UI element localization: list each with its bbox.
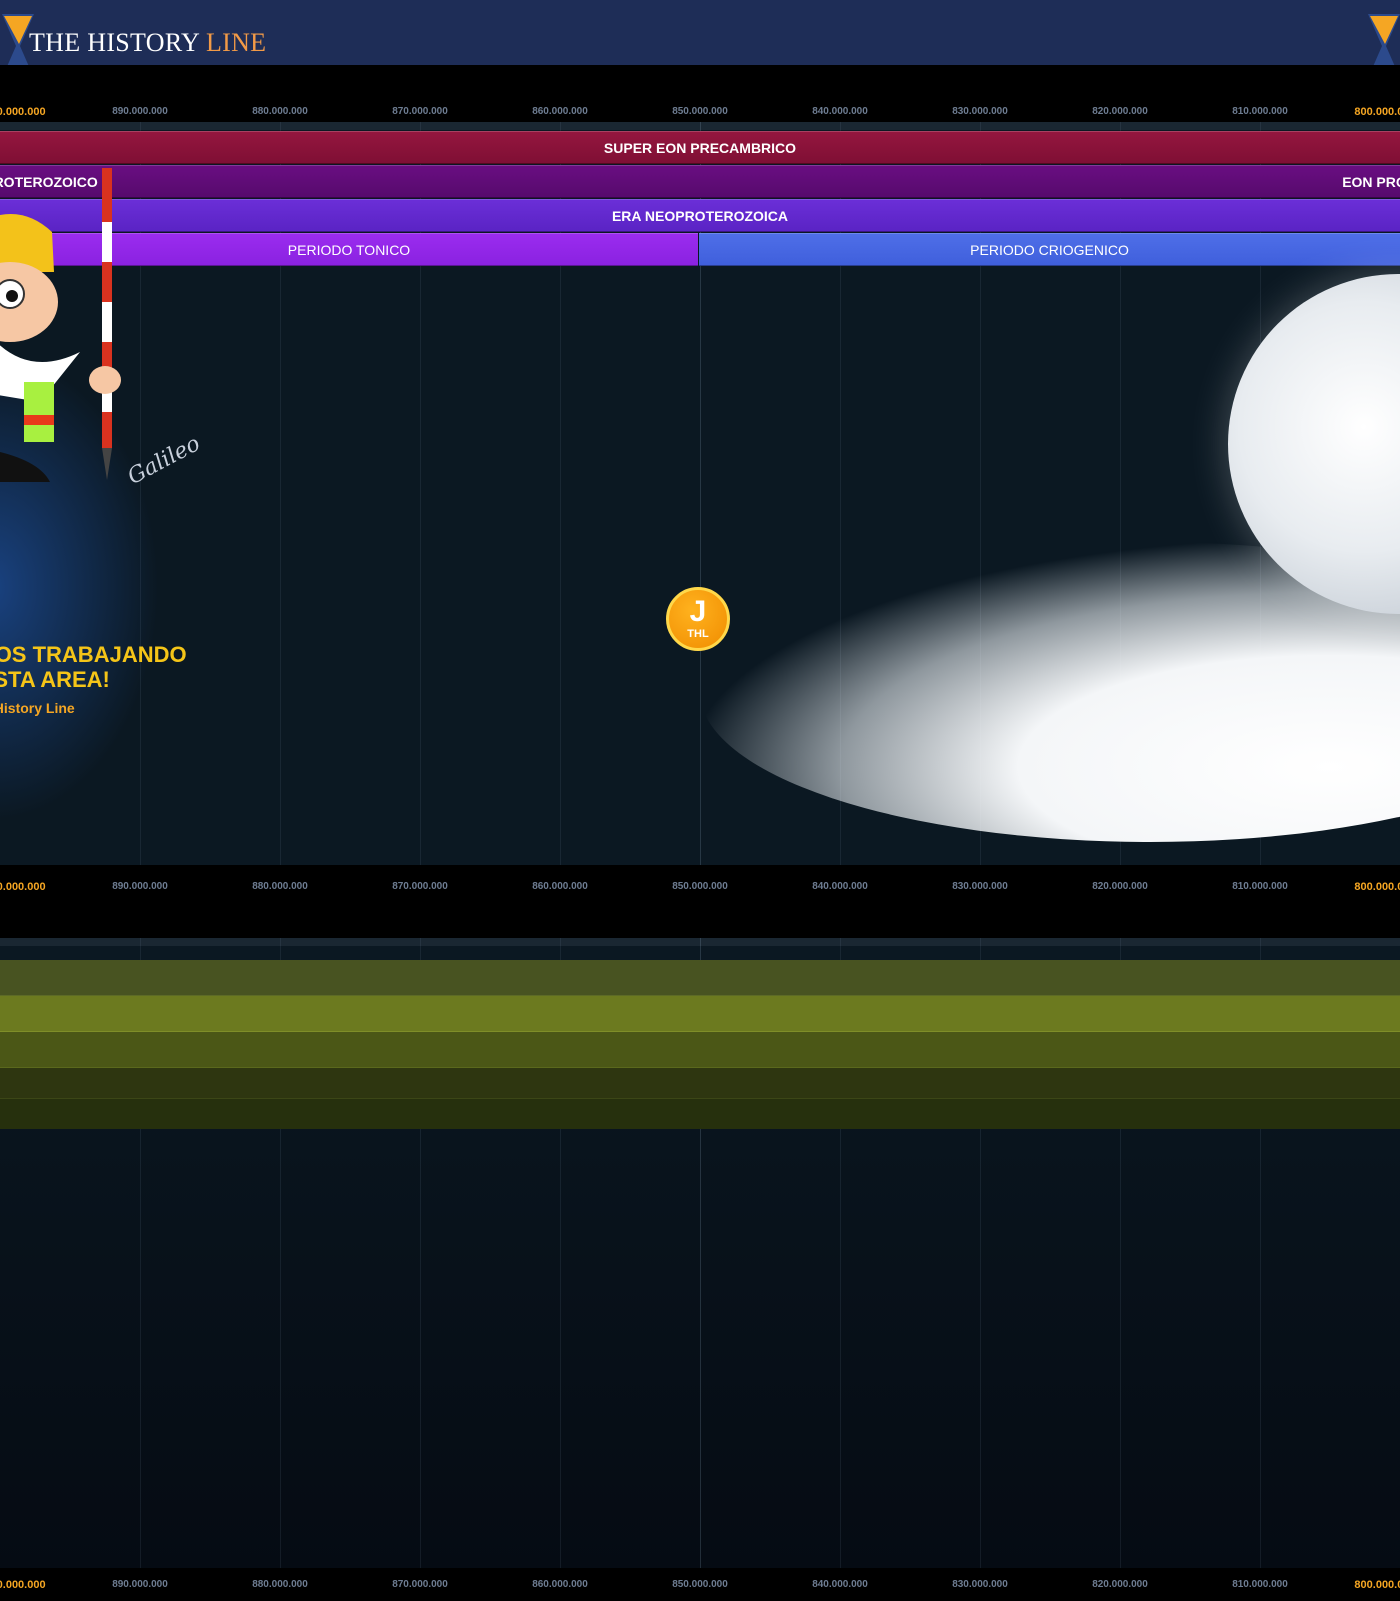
eon-label-right: EON PROTEROZOICO bbox=[1342, 173, 1400, 190]
ruler-label: 860.000.000 bbox=[532, 106, 588, 117]
under-construction-title: ¡ESTAMOS TRABAJANDO EN ESTA AREA! bbox=[0, 642, 187, 692]
thl-jurassic-badge[interactable]: J THL bbox=[666, 587, 730, 651]
hourglass-icon bbox=[1368, 14, 1400, 65]
ruler-label: 810.000.000 bbox=[1232, 1579, 1288, 1590]
eon-band[interactable]: EON PROTEROZOICO EON PROTEROZOICO bbox=[0, 165, 1400, 198]
ruler-label-end: 800.000.000 bbox=[1354, 106, 1400, 118]
ice-field-image bbox=[700, 542, 1400, 842]
ruler-label: 830.000.000 bbox=[952, 1579, 1008, 1590]
timeline-panel-lower[interactable] bbox=[0, 938, 1400, 1568]
lower-band-3[interactable] bbox=[0, 1032, 1400, 1068]
ruler-label-end: 800.000.000 bbox=[1354, 1579, 1400, 1591]
under-construction-brand: The History Line bbox=[0, 700, 75, 716]
ruler-label: 820.000.000 bbox=[1092, 106, 1148, 117]
ruler-label: 820.000.000 bbox=[1092, 881, 1148, 892]
era-band[interactable]: ERA NEOPROTEROZOICA bbox=[0, 199, 1400, 232]
time-ruler-middle: 900.000.000 890.000.000 880.000.000 870.… bbox=[0, 875, 1400, 901]
ruler-label: 880.000.000 bbox=[252, 881, 308, 892]
site-logo[interactable]: THE HISTORY LINE bbox=[29, 28, 266, 58]
ruler-label: 890.000.000 bbox=[112, 106, 168, 117]
ruler-label: 870.000.000 bbox=[392, 881, 448, 892]
ruler-label: 840.000.000 bbox=[812, 1579, 868, 1590]
timeline-panel-upper[interactable]: SUPER EON PRECAMBRICO EON PROTEROZOICO E… bbox=[0, 122, 1400, 865]
ruler-label: 830.000.000 bbox=[952, 881, 1008, 892]
ruler-label: 810.000.000 bbox=[1232, 106, 1288, 117]
ruler-label: 860.000.000 bbox=[532, 1579, 588, 1590]
ruler-label: 810.000.000 bbox=[1232, 881, 1288, 892]
ruler-label: 850.000.000 bbox=[672, 1579, 728, 1590]
ruler-label: 850.000.000 bbox=[672, 106, 728, 117]
ruler-label: 870.000.000 bbox=[392, 106, 448, 117]
ruler-label-end: 800.000.000 bbox=[1354, 881, 1400, 893]
period-band-criogenico[interactable]: PERIODO CRIOGENICO bbox=[699, 233, 1400, 266]
ruler-label: 880.000.000 bbox=[252, 106, 308, 117]
ruler-label-start: 900.000.000 bbox=[0, 881, 46, 893]
ruler-label: 820.000.000 bbox=[1092, 1579, 1148, 1590]
ruler-label: 890.000.000 bbox=[112, 881, 168, 892]
lower-band-5[interactable] bbox=[0, 1099, 1400, 1129]
super-eon-band[interactable]: SUPER EON PRECAMBRICO bbox=[0, 131, 1400, 164]
ruler-label: 890.000.000 bbox=[112, 1579, 168, 1590]
lower-band-1[interactable] bbox=[0, 960, 1400, 996]
ruler-label: 840.000.000 bbox=[812, 106, 868, 117]
lower-band-2[interactable] bbox=[0, 996, 1400, 1032]
ruler-label-start: 900.000.000 bbox=[0, 106, 46, 118]
ruler-label: 860.000.000 bbox=[532, 881, 588, 892]
galileo-worker-icon bbox=[0, 168, 121, 482]
ruler-label-start: 900.000.000 bbox=[0, 1579, 46, 1591]
ruler-label: 850.000.000 bbox=[672, 881, 728, 892]
time-ruler-bottom: 900.000.000 890.000.000 880.000.000 870.… bbox=[0, 1573, 1400, 1599]
site-header: THE HISTORY LINE bbox=[0, 0, 1400, 65]
ruler-label: 880.000.000 bbox=[252, 1579, 308, 1590]
lower-band-4[interactable] bbox=[0, 1068, 1400, 1099]
ruler-label: 870.000.000 bbox=[392, 1579, 448, 1590]
ruler-label: 840.000.000 bbox=[812, 881, 868, 892]
ruler-label: 830.000.000 bbox=[952, 106, 1008, 117]
